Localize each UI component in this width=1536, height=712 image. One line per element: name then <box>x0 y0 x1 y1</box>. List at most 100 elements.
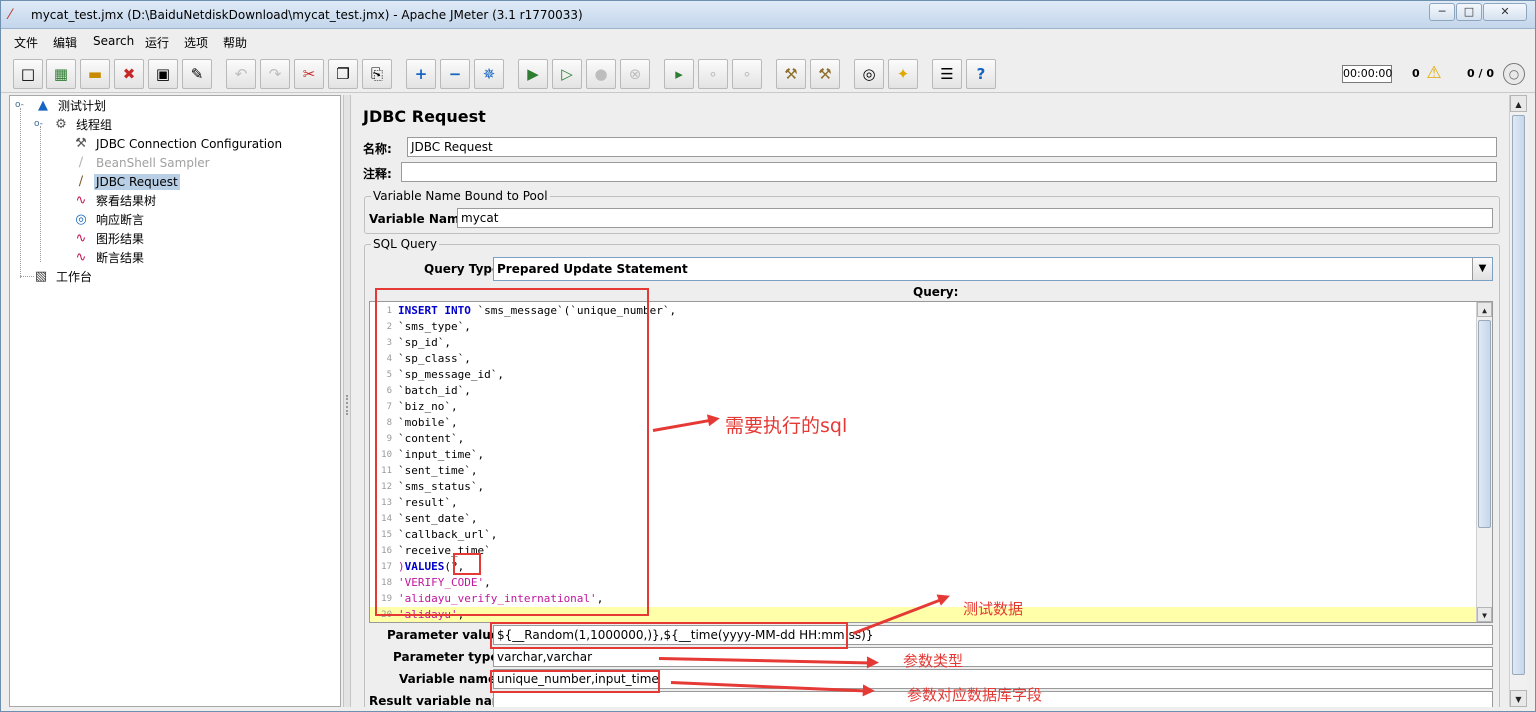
code-text: INSERT INTO `sms_message`(`unique_number… <box>398 304 677 317</box>
line-number: 20 <box>381 610 392 620</box>
maximize-button[interactable]: □ <box>1456 3 1482 21</box>
code-text: `biz_no`, <box>398 400 458 413</box>
thread-group-gear-icon: ⚙ <box>55 117 67 132</box>
panel-scrollbar[interactable]: ▲ ▼ <box>1509 95 1527 707</box>
code-line[interactable]: 17)VALUES(?, <box>370 559 1478 575</box>
sampler-pipette-icon: ∕ <box>78 155 84 170</box>
minimize-button[interactable]: ─ <box>1429 3 1455 21</box>
name-input[interactable]: JDBC Request <box>407 137 1497 157</box>
function-helper-icon[interactable]: ☰ <box>932 59 962 89</box>
copy-icon[interactable]: ❐ <box>328 59 358 89</box>
line-number: 13 <box>381 498 392 508</box>
menu-options[interactable]: 选项 <box>184 34 208 51</box>
close-file-icon[interactable]: ✖ <box>114 59 144 89</box>
reset-search-broom-icon[interactable]: ✦ <box>888 59 918 89</box>
menu-file[interactable]: 文件 <box>14 34 38 51</box>
code-text: `sms_status`, <box>398 480 485 493</box>
code-line[interactable]: 20 'alidayu', <box>370 607 1478 622</box>
code-line[interactable]: 11 `sent_time`, <box>370 463 1478 479</box>
code-line[interactable]: 10 `input_time`, <box>370 447 1478 463</box>
remote-start-icon[interactable]: ▸ <box>664 59 694 89</box>
scroll-thumb[interactable] <box>1512 115 1525 675</box>
line-number: 18 <box>381 578 392 588</box>
start-no-pause-icon[interactable]: ▷ <box>552 59 582 89</box>
search-binoculars-icon[interactable]: ◎ <box>854 59 884 89</box>
code-line[interactable]: 5 `sp_message_id`, <box>370 367 1478 383</box>
code-line[interactable]: 15 `callback_url`, <box>370 527 1478 543</box>
code-line[interactable]: 12 `sms_status`, <box>370 479 1478 495</box>
expand-icon[interactable]: + <box>406 59 436 89</box>
line-number: 10 <box>381 450 392 460</box>
code-line[interactable]: 2 `sms_type`, <box>370 319 1478 335</box>
collapse-icon[interactable]: − <box>440 59 470 89</box>
new-icon[interactable]: □ <box>13 59 43 89</box>
start-icon[interactable]: ▶ <box>518 59 548 89</box>
redo-icon[interactable]: ↷ <box>260 59 290 89</box>
code-line[interactable]: 8 `mobile`, <box>370 415 1478 431</box>
elapsed-timer: 00:00:00 <box>1342 65 1392 83</box>
paste-icon[interactable]: ⎘ <box>362 59 392 89</box>
code-line[interactable]: 7 `biz_no`, <box>370 399 1478 415</box>
code-line[interactable]: 6 `batch_id`, <box>370 383 1478 399</box>
code-line[interactable]: 14 `sent_date`, <box>370 511 1478 527</box>
code-text: `sp_class`, <box>398 352 471 365</box>
code-line[interactable]: 1 INSERT INTO `sms_message`(`unique_numbe… <box>370 303 1478 319</box>
window-title: mycat_test.jmx (D:\BaiduNetdiskDownload\… <box>31 8 583 22</box>
remote-shutdown-icon[interactable]: ∘ <box>732 59 762 89</box>
split-pane-divider[interactable] <box>343 95 351 707</box>
test-data-note: 测试数据 <box>963 600 1024 618</box>
line-number: 17 <box>381 562 392 572</box>
code-line[interactable]: 16 `receive_time` <box>370 543 1478 559</box>
code-text: `batch_id`, <box>398 384 471 397</box>
code-text: `input_time`, <box>398 448 485 461</box>
listener-graph-icon: ∿ <box>75 250 87 265</box>
menu-run[interactable]: 运行 <box>145 34 169 51</box>
save-icon[interactable]: ▣ <box>148 59 178 89</box>
templates-icon[interactable]: ▦ <box>46 59 76 89</box>
scroll-down-icon[interactable]: ▼ <box>1477 607 1492 622</box>
editor-scrollbar[interactable]: ▲ ▼ <box>1476 302 1492 622</box>
code-line[interactable]: 3 `sp_id`, <box>370 335 1478 351</box>
open-icon[interactable]: ▬ <box>80 59 110 89</box>
stop-icon[interactable]: ● <box>586 59 616 89</box>
root-toggle-icon[interactable]: o- <box>15 100 24 110</box>
menu-edit[interactable]: 编辑 <box>53 34 77 51</box>
line-number: 19 <box>381 594 392 604</box>
scroll-down-icon[interactable]: ▼ <box>1510 690 1527 707</box>
shutdown-icon[interactable]: ⊗ <box>620 59 650 89</box>
remote-stop-icon[interactable]: ∘ <box>698 59 728 89</box>
assertion-magnifier-icon: ◎ <box>75 212 87 227</box>
thread-group-toggle-icon[interactable]: o- <box>34 119 43 129</box>
toggle-icon[interactable]: ✵ <box>474 59 504 89</box>
code-text: `sp_message_id`, <box>398 368 504 381</box>
cut-icon[interactable]: ✂ <box>294 59 324 89</box>
parameter-types-input[interactable]: varchar,varchar <box>493 647 1493 667</box>
code-line[interactable]: 18 'VERIFY_CODE', <box>370 575 1478 591</box>
scroll-thumb[interactable] <box>1478 320 1491 528</box>
line-number: 2 <box>386 322 392 332</box>
save-as-icon[interactable]: ✎ <box>182 59 212 89</box>
parameter-values-input[interactable]: ${__Random(1,1000000,)},${__time(yyyy-MM… <box>493 625 1493 645</box>
variable-name-input[interactable]: mycat <box>457 208 1493 228</box>
undo-icon[interactable]: ↶ <box>226 59 256 89</box>
menu-help[interactable]: 帮助 <box>223 34 247 51</box>
code-line[interactable]: 13 `result`, <box>370 495 1478 511</box>
query-type-select[interactable]: Prepared Update Statement ▼ <box>493 257 1493 281</box>
clear-all-icon[interactable]: ⚒ <box>810 59 840 89</box>
warning-icon[interactable]: ⚠ <box>1423 63 1445 83</box>
code-line[interactable]: 4 `sp_class`, <box>370 351 1478 367</box>
menu-search[interactable]: Search <box>93 34 134 48</box>
jdbc-request-panel: JDBC Request 名称: JDBC Request 注释: Variab… <box>353 95 1507 707</box>
sql-query-editor[interactable]: 1 INSERT INTO `sms_message`(`unique_numbe… <box>369 301 1493 623</box>
chevron-down-icon[interactable]: ▼ <box>1472 258 1492 280</box>
help-icon[interactable]: ? <box>966 59 996 89</box>
listener-graph-icon: ∿ <box>75 231 87 246</box>
code-text: `receive_time` <box>398 544 491 557</box>
scroll-up-icon[interactable]: ▲ <box>1477 302 1492 317</box>
line-number: 3 <box>386 338 392 348</box>
scroll-up-icon[interactable]: ▲ <box>1510 95 1527 112</box>
code-line[interactable]: 9 `content`, <box>370 431 1478 447</box>
close-button[interactable]: ✕ <box>1483 3 1527 21</box>
comment-input[interactable] <box>401 162 1497 182</box>
clear-icon[interactable]: ⚒ <box>776 59 806 89</box>
